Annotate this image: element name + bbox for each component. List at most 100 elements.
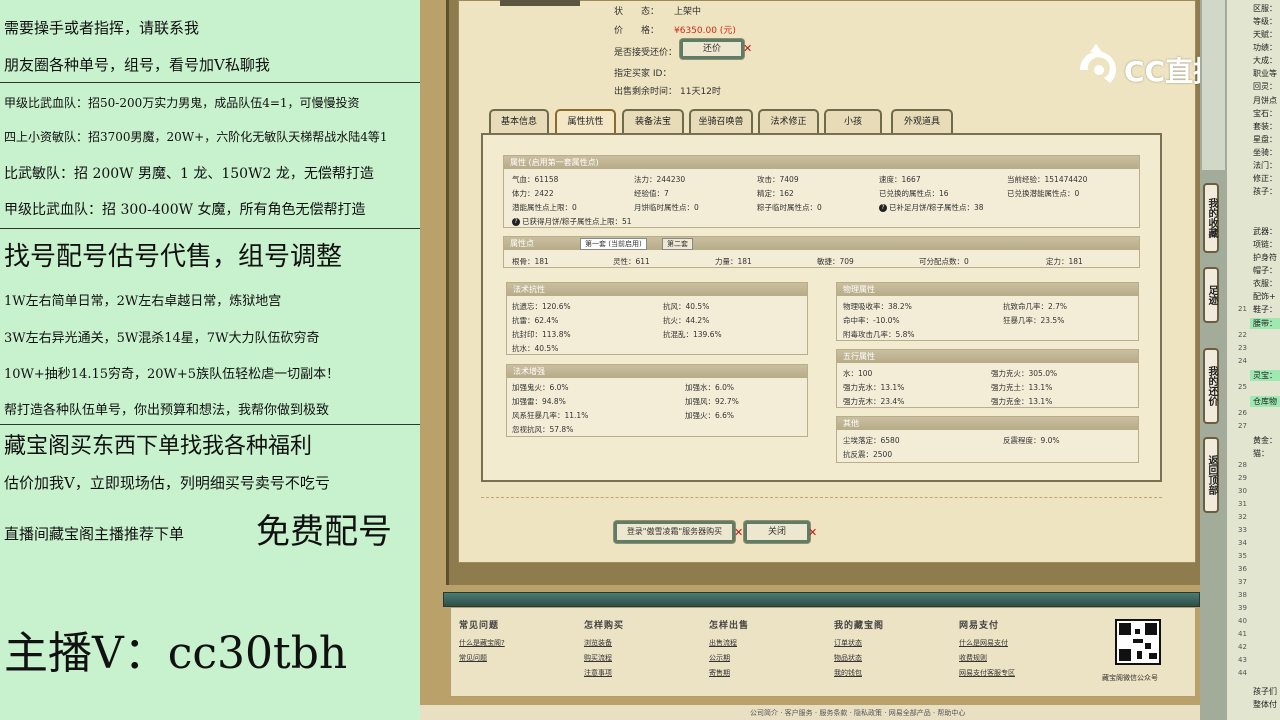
- bookmark-history[interactable]: 足迹: [1203, 267, 1219, 323]
- help-icon[interactable]: ?: [879, 204, 887, 212]
- footer-link[interactable]: 寄售期: [709, 668, 730, 678]
- right-list-label: 孩子们: [1253, 687, 1277, 696]
- footer-link[interactable]: 物品状态: [834, 653, 862, 663]
- tab-mounts-pets[interactable]: 坐骑召唤兽: [689, 109, 753, 133]
- tab-equipment[interactable]: 装备法宝: [622, 109, 684, 133]
- attr-cell: ? 已获得月饼/粽子属性点上限：51: [512, 216, 632, 227]
- price-value: ¥6350.00 (元): [674, 26, 736, 36]
- footer-link[interactable]: 公示期: [709, 653, 730, 663]
- enhance-cell: 风系狂暴几率：11.1%: [512, 411, 589, 420]
- physical-cell: 狂暴几率：23.5%: [1003, 316, 1065, 325]
- right-list-label: 护身符: [1253, 253, 1277, 262]
- footer-link[interactable]: 订单状态: [834, 638, 862, 648]
- bookmark-my-bargains[interactable]: 我的还价: [1203, 348, 1219, 424]
- close-icon: ✕: [743, 42, 753, 55]
- footer-link[interactable]: 收费规则: [959, 653, 987, 663]
- right-list-label: 帽子：: [1253, 266, 1277, 275]
- footer-col-title: 常见问题: [459, 621, 500, 631]
- enhance-cell: 加强雷：94.8%: [512, 397, 566, 406]
- enhance-header: 法术增强: [507, 365, 807, 378]
- footer-link[interactable]: 浏览装备: [584, 638, 612, 648]
- promo-line: 甲级比武血队：招50-200万实力男鬼，成品队伍4=1，可慢慢投资: [4, 96, 360, 110]
- tab-spell-correction[interactable]: 法术修正: [758, 109, 819, 133]
- special-cell: 抗反震：2500: [843, 450, 893, 459]
- physical-cell: 抗致命几率：2.7%: [1003, 302, 1068, 311]
- right-list-label: 黄金：: [1253, 436, 1277, 445]
- right-list-label: 配饰+: [1253, 292, 1276, 301]
- bookmark-favorites[interactable]: 我的收藏: [1203, 183, 1219, 253]
- attribute-header: 属性 (启用第一套属性点): [504, 156, 1139, 169]
- divider: [0, 82, 420, 83]
- buyer-row: 指定买家 ID：: [614, 66, 671, 79]
- buyer-label: 指定买家 ID：: [614, 69, 672, 79]
- right-list-label: 职业等: [1253, 69, 1277, 78]
- bookmark-back-to-top[interactable]: 返回顶部: [1203, 437, 1219, 513]
- scrollbar-thumb[interactable]: [1202, 0, 1225, 170]
- footer-link[interactable]: 我的钱包: [834, 668, 862, 678]
- promo-line: 3W左右异光通关，5W混杀14星，7W大力队伍砍穷奇: [4, 331, 320, 346]
- divider: [481, 497, 1162, 498]
- row-number: 43: [1238, 656, 1247, 664]
- subtab-set-one[interactable]: 第一套 (当前启用): [580, 238, 647, 250]
- right-list-label: 大成：: [1253, 56, 1277, 65]
- subtab-set-two[interactable]: 第二套: [662, 238, 693, 250]
- resist-header: 法术抗性: [507, 283, 807, 296]
- right-list-label: 整体付: [1253, 700, 1277, 709]
- footer-link[interactable]: 出售流程: [709, 638, 737, 648]
- footer-link[interactable]: 网易支付客服专区: [959, 668, 1015, 678]
- row-number: 32: [1238, 513, 1247, 521]
- row-number: 40: [1238, 617, 1247, 625]
- tab-child[interactable]: 小孩: [824, 109, 882, 133]
- qr-caption: 藏宝阁微信公众号: [1102, 674, 1158, 682]
- footer-col-title: 怎样购买: [584, 621, 625, 631]
- row-number: 23: [1238, 344, 1247, 352]
- row-number: 24: [1238, 357, 1247, 365]
- physical-header: 物理属性: [837, 283, 1138, 296]
- login-buy-button[interactable]: 登录"傲雪凌霜"服务器购买: [614, 521, 735, 543]
- row-number: 21: [1238, 305, 1247, 313]
- tab-basic-info[interactable]: 基本信息: [489, 109, 549, 133]
- promo-line: 需要操手或者指挥，请联系我: [4, 19, 200, 37]
- row-number: 22: [1238, 331, 1247, 339]
- qr-code: [1115, 619, 1161, 665]
- divider: [0, 424, 420, 425]
- price-row: 价 格： ¥6350.00 (元): [614, 23, 736, 36]
- status-value: 上架中: [674, 7, 702, 17]
- row-number: 30: [1238, 487, 1247, 495]
- enhance-cell: 加强鬼火：6.0%: [512, 383, 569, 392]
- help-icon[interactable]: ?: [512, 218, 520, 226]
- bargain-label: 是否接受还价：: [614, 48, 678, 58]
- tab-attributes[interactable]: 属性抗性: [555, 109, 616, 133]
- bottom-links[interactable]: 公司简介 · 客户服务 · 服务条款 · 隐私政策 · 网易全部产品 · 帮助中…: [750, 708, 965, 718]
- right-list-label: 套装：: [1253, 122, 1277, 131]
- right-list-label: 月饼点: [1253, 96, 1277, 105]
- row-number: 37: [1238, 578, 1247, 586]
- attr-cell: ? 已补足月饼/粽子属性点：38: [879, 202, 984, 213]
- footer-link[interactable]: 购买流程: [584, 653, 612, 663]
- row-number: 44: [1238, 669, 1247, 677]
- bargain-button[interactable]: 还价: [680, 39, 744, 59]
- footer-link[interactable]: 注意事项: [584, 668, 612, 678]
- right-list-label: 孩子：: [1253, 187, 1277, 196]
- points-cell: 灵性：611: [613, 257, 650, 266]
- tab-appearance[interactable]: 外观道具: [891, 109, 953, 133]
- footer-link[interactable]: 什么是藏宝阁?: [459, 638, 505, 648]
- attr-cell: 潜能属性点上限：0: [512, 203, 577, 212]
- points-cell: 力量：181: [715, 257, 752, 266]
- close-button[interactable]: 关闭: [744, 521, 810, 543]
- promo-line: 直播间藏宝阁主播推荐下单: [4, 525, 185, 543]
- promo-line: 四上小资敏队：招3700男魔，20W+，六阶化无敏队天梯帮战水陆4等1: [4, 130, 388, 144]
- five-cell: 强力克土：13.1%: [991, 383, 1053, 392]
- right-list-label: 仓库物: [1253, 397, 1277, 406]
- five-cell: 强力克水：13.1%: [843, 383, 905, 392]
- right-list-label: 腰带：: [1253, 319, 1277, 328]
- promo-line: 10W+抽秒14.15穷奇，20W+5族队伍轻松虐一切副本！: [4, 367, 340, 382]
- promo-line: 比武敏队：招 200W 男魔、1 龙、150W2 龙，无偿帮打造: [4, 166, 374, 182]
- footer-link[interactable]: 什么是网易支付: [959, 638, 1008, 648]
- physical-cell: 附毒攻击几率：5.8%: [843, 330, 915, 339]
- resist-cell: 抗风：40.5%: [663, 302, 710, 311]
- promo-panel: 需要操手或者指挥，请联系我 朋友圈各种单号，组号，看号加Ⅴ私聊我 甲级比武血队：…: [0, 0, 420, 720]
- footer-link[interactable]: 常见问题: [459, 653, 487, 663]
- right-list-label: 星盘：: [1253, 135, 1277, 144]
- right-list-label: 武器：: [1253, 227, 1277, 236]
